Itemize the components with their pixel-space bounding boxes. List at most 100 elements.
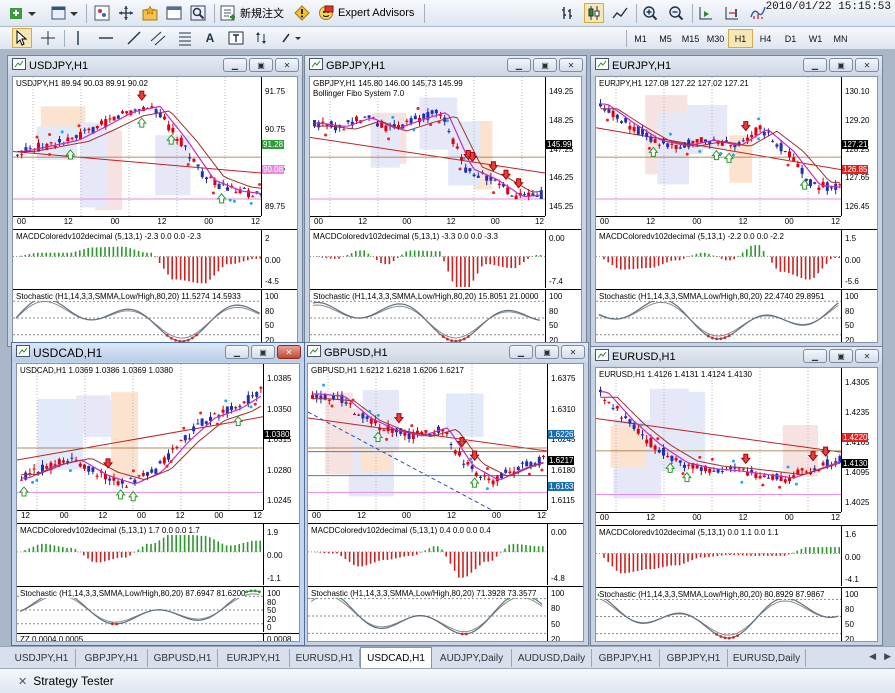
stochastic-pane[interactable]: Stochastic (H1,14,3,3,SMMA,Low/High,80,2…	[13, 289, 297, 342]
trendline-tool[interactable]	[124, 28, 144, 48]
terminal-button[interactable]	[164, 3, 184, 23]
auto-scroll-button[interactable]	[696, 3, 716, 23]
text-tool[interactable]: A	[200, 28, 220, 48]
macd-pane[interactable]: MACDColoredv102decimal (5,13,1) 0.4 0.0 …	[308, 523, 583, 585]
close-button[interactable]: ✕	[855, 349, 879, 363]
zoom-out-button[interactable]	[666, 3, 686, 23]
bar-chart-button[interactable]	[558, 3, 578, 23]
maximize-button[interactable]: ▣	[535, 345, 559, 359]
chart-window[interactable]: EURUSD,H1 ▁ ▣ ✕ EURUSD,H1 1.4126 1.4131 1.41…	[590, 346, 883, 646]
price-pane[interactable]: GBPJPY,H1 145.80 146.00 145.73 145.99 Bol…	[310, 77, 581, 216]
favorites-button[interactable]	[140, 3, 160, 23]
close-panel-icon[interactable]: ✕	[18, 675, 27, 688]
price-pane[interactable]: USDCAD,H1 1.0369 1.0386 1.0369 1.0380 1.0…	[17, 364, 299, 510]
macd-pane[interactable]: MACDColoredv102decimal (5,13,1) 0.0 1.1 …	[596, 525, 877, 586]
new-chart-button[interactable]	[6, 3, 40, 23]
chart-window[interactable]: EURJPY,H1 ▁ ▣ ✕ EURJPY,H1 127.08 127.22 127.…	[590, 55, 883, 347]
macd-pane[interactable]: MACDColoredv102decimal (5,13,1) -2.3 0.0…	[13, 229, 297, 288]
stochastic-pane[interactable]: Stochastic (H1,14,3,3,SMMA,Low/High,80,2…	[17, 586, 299, 632]
chart-window[interactable]: GBPJPY,H1 ▁ ▣ ✕ GBPJPY,H1 145.80 146.00 145.…	[304, 55, 587, 347]
strategy-tester-bar[interactable]: ✕ Strategy Tester	[0, 668, 895, 693]
line-chart-button[interactable]	[610, 3, 630, 23]
close-button[interactable]: ✕	[855, 58, 879, 72]
chart-tab[interactable]: AUDUSD,Daily	[512, 649, 592, 667]
window-titlebar[interactable]: EURUSD,H1 ▁ ▣ ✕	[591, 347, 882, 366]
minimize-button[interactable]: ▁	[803, 349, 827, 363]
chart-body[interactable]: GBPUSD,H1 1.6212 1.6218 1.6206 1.6217 1.6…	[307, 363, 584, 642]
chart-tab[interactable]: GBPJPY,H1	[592, 649, 660, 667]
timeframe-m15[interactable]: M15	[678, 29, 703, 48]
chart-tab[interactable]: EURUSD,H1	[290, 649, 360, 667]
timeframe-h4[interactable]: H4	[753, 29, 778, 48]
close-button[interactable]: ✕	[277, 345, 301, 359]
chart-tab[interactable]: USDCAD,H1	[360, 647, 432, 668]
chart-body[interactable]: EURUSD,H1 1.4126 1.4131 1.4124 1.4130 1.4…	[595, 367, 878, 642]
timeframe-m1[interactable]: M1	[628, 29, 653, 48]
chart-window[interactable]: USDCAD,H1 ▁ ▣ ✕ USDCAD,H1 1.0369 1.0386 1.03…	[11, 342, 305, 646]
minimize-button[interactable]: ▁	[507, 58, 531, 72]
close-button[interactable]: ✕	[275, 58, 299, 72]
price-pane[interactable]: EURJPY,H1 127.08 127.22 127.02 127.21 130…	[596, 77, 877, 216]
window-titlebar[interactable]: GBPJPY,H1 ▁ ▣ ✕	[305, 56, 586, 75]
close-button[interactable]: ✕	[561, 345, 585, 359]
equidistant-channel-tool[interactable]	[148, 28, 168, 48]
cursor-tool[interactable]	[12, 28, 32, 48]
maximize-button[interactable]: ▣	[249, 58, 273, 72]
macd-pane[interactable]: MACDColoredv102decimal (5,13,1) -3.3 0.0…	[310, 229, 581, 288]
zoom-in-button[interactable]	[640, 3, 660, 23]
market-watch-button[interactable]	[92, 3, 112, 23]
timeframe-d1[interactable]: D1	[778, 29, 803, 48]
minimize-button[interactable]: ▁	[223, 58, 247, 72]
extra-indicator-pane[interactable]: ZZ 0.0004 0.0005 0.0008	[17, 633, 299, 641]
stochastic-pane[interactable]: Stochastic (H1,14,3,3,SMMA,Low/High,80,2…	[308, 586, 583, 641]
chart-window[interactable]: GBPUSD,H1 ▁ ▣ ✕ GBPUSD,H1 1.6212 1.6218 1.62…	[302, 342, 589, 646]
chart-tab[interactable]: EURUSD,Daily	[728, 649, 806, 667]
minimize-button[interactable]: ▁	[509, 345, 533, 359]
stochastic-pane[interactable]: Stochastic (H1,14,3,3,SMMA,Low/High,80,2…	[596, 587, 877, 641]
maximize-button[interactable]: ▣	[829, 349, 853, 363]
price-pane[interactable]: GBPUSD,H1 1.6212 1.6218 1.6206 1.6217 1.6…	[308, 364, 583, 510]
new-order-button[interactable]: 新規注文	[220, 5, 284, 21]
arrow-tool[interactable]	[252, 28, 272, 48]
chart-shift-button[interactable]	[722, 3, 742, 23]
chart-tab[interactable]: GBPUSD,H1	[148, 649, 218, 667]
stochastic-pane[interactable]: Stochastic (H1,14,3,3,SMMA,Low/High,80,2…	[596, 289, 877, 342]
minimize-button[interactable]: ▁	[225, 345, 249, 359]
fibonacci-tool[interactable]	[176, 28, 196, 48]
chart-body[interactable]: USDCAD,H1 1.0369 1.0386 1.0369 1.0380 1.0…	[16, 363, 300, 642]
timeframe-h1[interactable]: H1	[728, 29, 753, 48]
chart-body[interactable]: USDJPY,H1 89.94 90.03 89.91 90.02 91.75 90…	[12, 76, 298, 343]
profiles-button[interactable]	[48, 3, 82, 23]
window-titlebar[interactable]: USDJPY,H1 ▁ ▣ ✕	[8, 56, 302, 75]
maximize-button[interactable]: ▣	[829, 58, 853, 72]
maximize-button[interactable]: ▣	[251, 345, 275, 359]
window-titlebar[interactable]: USDCAD,H1 ▁ ▣ ✕	[12, 343, 304, 362]
vertical-line-tool[interactable]	[68, 28, 88, 48]
navigator-button[interactable]	[116, 3, 136, 23]
strategy-tester-button[interactable]	[188, 3, 208, 23]
chart-tab[interactable]: GBPJPY,H1	[660, 649, 728, 667]
macd-pane[interactable]: MACDColoredv102decimal (5,13,1) 1.7 0.0 …	[17, 523, 299, 585]
chart-tab[interactable]: USDJPY,H1	[8, 649, 76, 667]
horizontal-line-tool[interactable]	[96, 28, 116, 48]
crosshair-tool[interactable]	[38, 28, 58, 48]
price-pane[interactable]: EURUSD,H1 1.4126 1.4131 1.4124 1.4130 1.4…	[596, 368, 877, 512]
candlestick-button[interactable]	[584, 3, 604, 23]
chart-body[interactable]: GBPJPY,H1 145.80 146.00 145.73 145.99 Bol…	[309, 76, 582, 343]
metaeditor-button[interactable]	[292, 3, 312, 23]
window-titlebar[interactable]: GBPUSD,H1 ▁ ▣ ✕	[303, 343, 588, 362]
shapes-dropdown[interactable]	[278, 28, 306, 48]
timeframe-m30[interactable]: M30	[703, 29, 728, 48]
price-pane[interactable]: USDJPY,H1 89.94 90.03 89.91 90.02 91.75 90…	[13, 77, 297, 216]
macd-pane[interactable]: MACDColoredv102decimal (5,13,1) -2.2 0.0…	[596, 229, 877, 288]
chart-window[interactable]: USDJPY,H1 ▁ ▣ ✕ USDJPY,H1 89.94 90.03 89.91 …	[7, 55, 303, 347]
tab-scroll-right-icon[interactable]: ▶	[884, 651, 891, 662]
maximize-button[interactable]: ▣	[533, 58, 557, 72]
chart-tab[interactable]: GBPJPY,H1	[76, 649, 148, 667]
chart-body[interactable]: EURJPY,H1 127.08 127.22 127.02 127.21 130…	[595, 76, 878, 343]
chart-tab[interactable]: EURJPY,H1	[218, 649, 290, 667]
expert-advisors-button[interactable]: Expert Advisors	[318, 5, 414, 21]
timeframe-w1[interactable]: W1	[803, 29, 828, 48]
minimize-button[interactable]: ▁	[803, 58, 827, 72]
timeframe-mn[interactable]: MN	[828, 29, 853, 48]
